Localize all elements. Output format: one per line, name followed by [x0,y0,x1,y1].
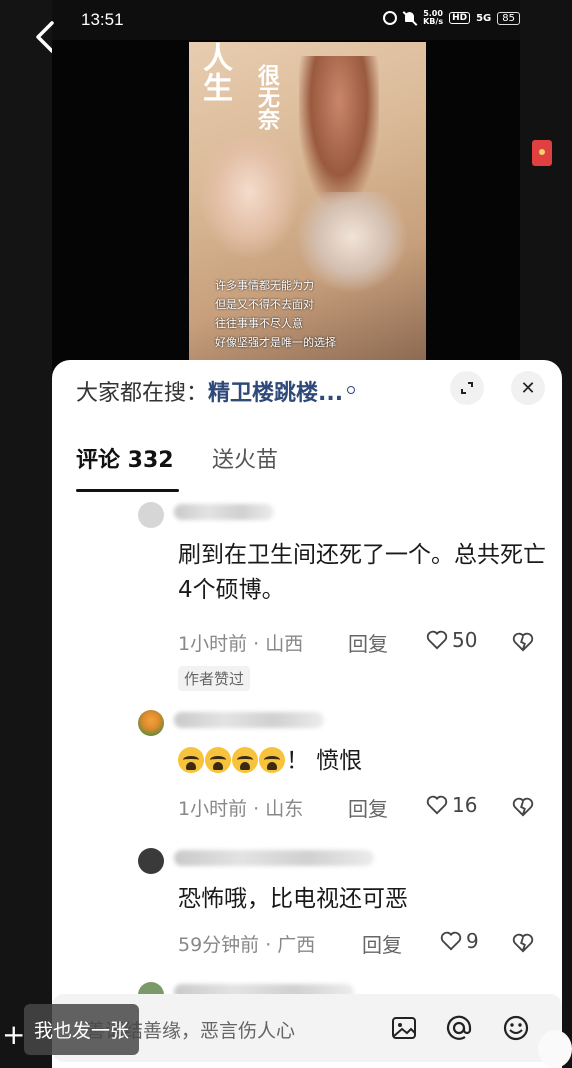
poster-photo [299,56,379,206]
mute-icon [403,11,417,25]
avatar[interactable] [138,710,164,736]
video-player[interactable]: 人生 很无奈 许多事情都无能为力 但是又不得不去面对 往往事事不尽人意 好像坚强… [52,40,520,370]
like-count: 50 [452,628,478,652]
heart-icon [440,931,462,951]
floating-ball[interactable] [538,1030,572,1068]
broken-heart-icon[interactable] [512,632,534,652]
poster-caption-line: 许多事情都无能为力 [215,279,314,292]
tab-send-fire[interactable]: 送火苗 [212,442,278,474]
comment-item: 恐怖哦，比电视还可恶 59分钟前 · 广西 回复 9 [52,840,562,960]
username-redacted [174,504,274,520]
comment-text: 恐怖哦，比电视还可恶 [178,886,408,912]
trending-search-label: 大家都在搜： [76,381,209,406]
like-button[interactable]: 16 [426,793,477,817]
like-button[interactable]: 9 [440,929,479,953]
broken-heart-icon[interactable] [512,933,534,953]
like-count: 9 [466,929,479,953]
expand-icon [461,382,473,394]
alarm-icon [383,11,398,25]
plus-icon: + [2,1018,26,1051]
poster-title: 人生 [197,42,232,102]
comment-item: 刷到在卫生间还死了一个。总共死亡4个硕博。 1小时前 · 山西 回复 50 作者… [52,494,562,694]
username-redacted [174,712,324,728]
comment-text-suffix: ！ 愤恨 [286,748,363,774]
like-count: 16 [452,793,478,817]
status-bar: 13:51 5.00 KB/s HD 5G 85 [52,0,520,40]
comment-text: 刷到在卫生间还死了一个。总共死亡4个硕博。 [178,542,546,603]
heart-icon [426,630,448,650]
crying-emoji-icon [259,747,285,773]
comment-meta: 59分钟前 · 广西 [178,934,316,956]
broken-heart-icon[interactable] [512,797,534,817]
trending-search[interactable]: 大家都在搜：精卫楼跳楼... [76,375,356,407]
avatar[interactable] [138,848,164,874]
expand-button[interactable] [450,371,484,405]
reply-button[interactable]: 回复 [348,793,388,822]
search-icon [347,386,356,394]
close-button[interactable]: ✕ [511,371,545,405]
crying-emoji-icon [232,747,258,773]
network-speed: 5.00 KB/s [423,10,443,26]
reply-button[interactable]: 回复 [348,628,388,657]
red-envelope-icon[interactable] [532,140,552,166]
hd-badge: HD [449,12,471,24]
poster-caption-line: 往往事事不尽人意 [215,317,303,330]
like-button[interactable]: 50 [426,628,477,652]
comment-item: ！ 愤恨 1小时前 · 山东 回复 16 [52,702,562,822]
comment-tabs: 评论 332 送火苗 [76,436,546,494]
share-photo-overlay[interactable]: + 我也发一张 [2,1004,140,1055]
network-speed-unit: KB/s [423,17,444,26]
close-icon: ✕ [520,377,536,399]
network-type: 5G [476,12,492,24]
crying-emoji-icon [205,747,231,773]
author-liked-badge: 作者赞过 [178,666,251,691]
active-tab-indicator [76,489,179,492]
at-icon[interactable] [445,1014,473,1042]
poster-subtitle: 很无奈 [254,64,280,130]
comments-panel: 大家都在搜：精卫楼跳楼... ✕ 评论 332 送火苗 刷到在卫生间还死了一个。… [52,360,562,1068]
heart-icon [426,795,448,815]
image-icon[interactable] [390,1014,418,1042]
comment-meta: 1小时前 · 山西 [178,633,304,655]
crying-emoji-icon [178,747,204,773]
avatar[interactable] [138,502,164,528]
reply-button[interactable]: 回复 [362,929,402,958]
status-icons: 5.00 KB/s HD 5G 85 [383,10,520,26]
tab-comments[interactable]: 评论 332 [76,442,174,474]
video-poster: 人生 很无奈 许多事情都无能为力 但是又不得不去面对 往往事事不尽人意 好像坚强… [189,42,426,360]
poster-photo [199,138,299,258]
left-backdrop [0,0,52,1068]
comment-text: ！ 愤恨 [178,744,548,779]
battery-indicator: 85 [497,11,520,25]
poster-caption-line: 好像坚强才是唯一的选择 [215,336,336,349]
emoji-icon[interactable] [502,1014,530,1042]
comment-meta: 1小时前 · 山东 [178,798,304,820]
share-photo-label: 我也发一张 [34,1020,130,1042]
username-redacted [174,850,374,866]
trending-search-query[interactable]: 精卫楼跳楼... [208,381,343,406]
poster-caption: 许多事情都无能为力 但是又不得不去面对 往往事事不尽人意 好像坚强才是唯一的选择 [215,276,336,352]
poster-caption-line: 但是又不得不去面对 [215,298,314,311]
status-time: 13:51 [81,10,124,29]
